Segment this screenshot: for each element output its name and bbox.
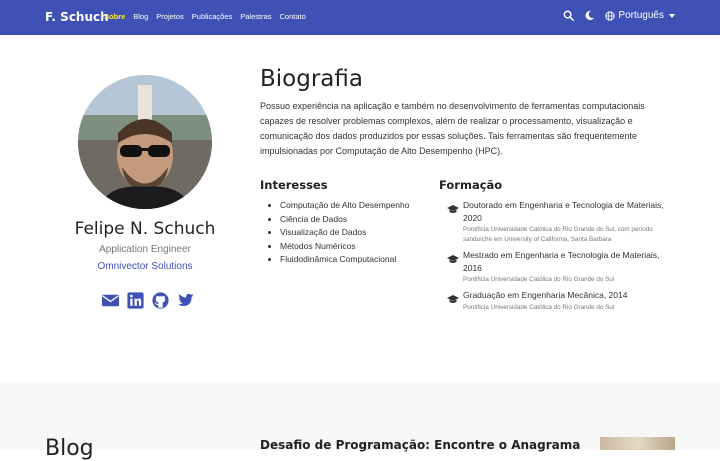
graduation-cap-icon bbox=[447, 289, 459, 313]
avatar bbox=[78, 75, 212, 209]
graduation-cap-icon bbox=[447, 199, 459, 245]
education-item: Graduação em Engenharia Mecânica, 2014 P… bbox=[447, 289, 672, 313]
education-institution: Pontifícia Universidade Católica do Rio … bbox=[463, 276, 615, 283]
education-item: Doutorado em Engenharia e Tecnologia de … bbox=[447, 199, 672, 245]
linkedin-icon[interactable] bbox=[126, 291, 145, 310]
profile-organization-link[interactable]: Omnivector Solutions bbox=[45, 261, 245, 272]
nav-right-tools: Português bbox=[563, 10, 675, 21]
graduation-cap-icon bbox=[447, 249, 459, 285]
email-icon[interactable] bbox=[101, 291, 120, 310]
biography-title: Biografia bbox=[260, 66, 363, 92]
nav-link-sobre[interactable]: Sobre bbox=[104, 12, 125, 21]
interest-item: Métodos Numéricos bbox=[280, 240, 409, 254]
education-institution: Pontifícia Universidade Católica do Rio … bbox=[463, 226, 653, 243]
profile-role: Application Engineer bbox=[99, 244, 191, 255]
github-icon[interactable] bbox=[151, 291, 170, 310]
nav-link-palestras[interactable]: Palestras bbox=[240, 12, 271, 21]
brand-logo[interactable]: F. Schuch bbox=[45, 10, 109, 24]
globe-icon bbox=[605, 10, 616, 21]
dark-mode-moon-icon[interactable] bbox=[584, 10, 595, 21]
nav-links: Sobre Blog Projetos Publicações Palestra… bbox=[104, 12, 306, 21]
nav-link-projetos[interactable]: Projetos bbox=[156, 12, 184, 21]
blog-section-title: Blog bbox=[45, 436, 94, 461]
interest-item: Fluidodinâmica Computacional bbox=[280, 253, 409, 267]
education-institution: Pontifícia Universidade Católica do Rio … bbox=[463, 303, 615, 311]
interest-item: Ciência de Dados bbox=[280, 213, 409, 227]
education-title: Formação bbox=[439, 178, 503, 192]
interests-title: Interesses bbox=[260, 178, 328, 192]
interest-item: Computação de Alto Desempenho bbox=[280, 199, 409, 213]
education-course: Doutorado em Engenharia e Tecnologia de … bbox=[463, 200, 664, 223]
interests-list: Computação de Alto Desempenho Ciência de… bbox=[280, 199, 409, 267]
biography-text: Possuo experiência na aplicação e também… bbox=[260, 101, 645, 156]
nav-link-publicacoes[interactable]: Publicações bbox=[192, 12, 232, 21]
social-links bbox=[101, 291, 195, 310]
blog-post-thumbnail[interactable] bbox=[600, 437, 675, 450]
education-item: Mestrado em Engenharia e Tecnologia de M… bbox=[447, 249, 672, 285]
twitter-icon[interactable] bbox=[176, 291, 195, 310]
nav-link-contato[interactable]: Contato bbox=[280, 12, 306, 21]
search-icon[interactable] bbox=[563, 10, 575, 21]
profile-name: Felipe N. Schuch bbox=[74, 219, 216, 239]
interest-item: Visualização de Dados bbox=[280, 226, 409, 240]
chevron-down-icon bbox=[669, 13, 675, 18]
nav-link-blog[interactable]: Blog bbox=[133, 12, 148, 21]
top-navbar: F. Schuch Sobre Blog Projetos Publicaçõe… bbox=[0, 0, 720, 35]
education-course: Graduação em Engenharia Mecânica, 2014 bbox=[463, 290, 628, 300]
education-course: Mestrado em Engenharia e Tecnologia de M… bbox=[463, 250, 660, 273]
language-selector[interactable]: Português bbox=[605, 10, 675, 21]
language-label: Português bbox=[618, 10, 664, 21]
education-list: Doutorado em Engenharia e Tecnologia de … bbox=[447, 199, 672, 317]
